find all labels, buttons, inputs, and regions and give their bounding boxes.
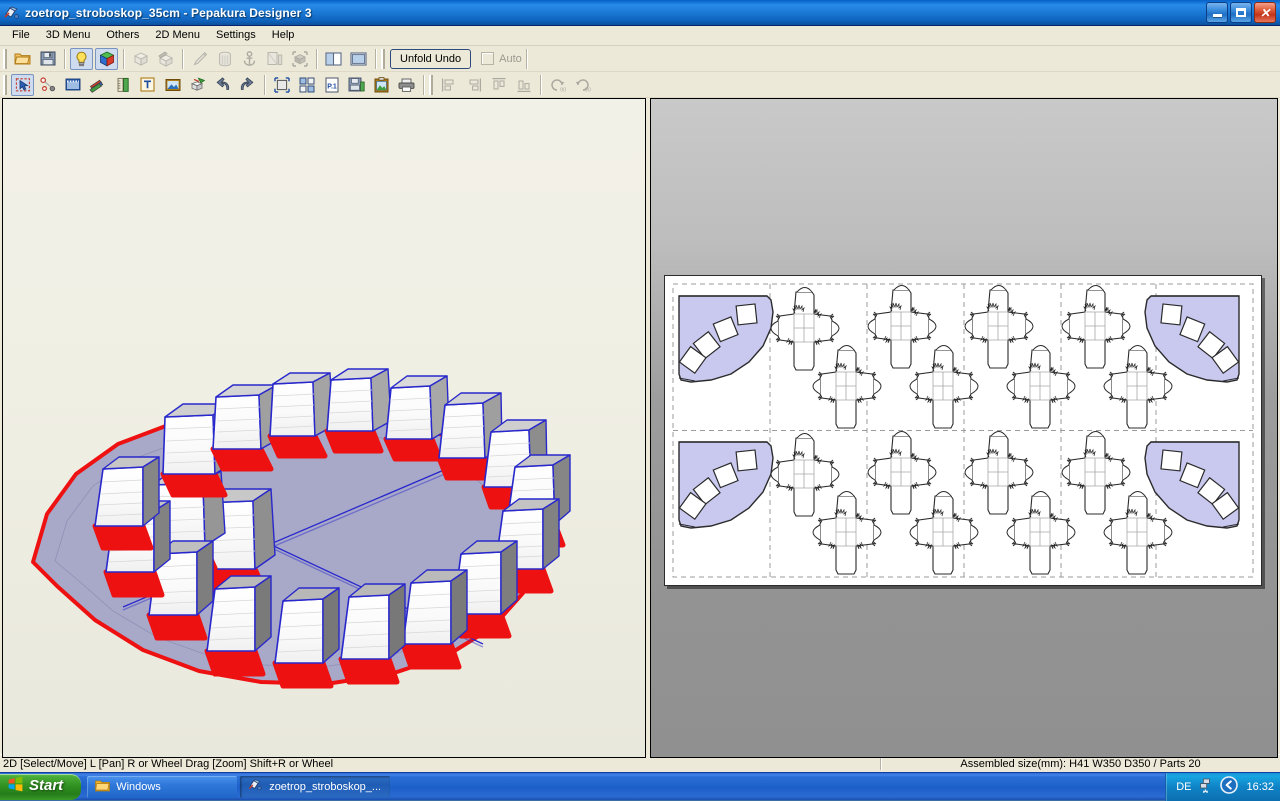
task-button-label: Windows: [116, 780, 161, 793]
work-area: [0, 98, 1280, 760]
toolbar-separator: [525, 48, 527, 69]
svg-text:P.1: P.1: [327, 83, 337, 90]
align-right-button[interactable]: [462, 74, 485, 96]
rotate-left-90-button[interactable]: 90: [546, 74, 569, 96]
align-left-button[interactable]: [437, 74, 460, 96]
task-button-windows[interactable]: Windows: [87, 775, 238, 798]
save-file-button[interactable]: [36, 48, 59, 70]
menu-help[interactable]: Help: [264, 27, 303, 44]
toolbar-primary: Unfold Undo Auto: [0, 46, 1280, 72]
align-bottom-button[interactable]: [512, 74, 535, 96]
show-hidden-icons-icon[interactable]: [1220, 776, 1239, 797]
pepakura-designer-window: zoetrop_stroboskop_35cm - Pepakura Desig…: [0, 0, 1280, 772]
lighting-toggle-button[interactable]: [70, 47, 93, 70]
copy-clipboard-button[interactable]: [370, 74, 393, 96]
edit-flap-tool-button[interactable]: [61, 74, 84, 96]
toolbar-grip[interactable]: [3, 48, 7, 69]
toolbar-grip[interactable]: [429, 74, 433, 95]
toolbar-secondary: P.1 90 90: [0, 72, 1280, 98]
3d-model-view[interactable]: [2, 98, 646, 758]
toolbar-separator: [64, 48, 65, 69]
open-file-button[interactable]: [11, 48, 34, 70]
menu-others[interactable]: Others: [98, 27, 147, 44]
minimize-icon[interactable]: [1206, 2, 1228, 23]
auto-checkbox-row[interactable]: Auto: [481, 52, 522, 65]
toolbar-separator: [375, 48, 376, 69]
anchor-tool-button[interactable]: [238, 48, 261, 70]
maximize-icon[interactable]: [1230, 2, 1252, 23]
folder-icon: [95, 779, 111, 795]
unfold-undo-button[interactable]: Unfold Undo: [390, 48, 472, 69]
split-view-h-button[interactable]: [322, 48, 345, 70]
select-mesh-button[interactable]: [288, 48, 311, 70]
svg-text:90: 90: [560, 87, 566, 92]
pepakura-app-icon: [4, 5, 20, 21]
unfold-page-sheet[interactable]: [664, 275, 1262, 586]
join-divide-face-button[interactable]: [36, 74, 59, 96]
menu-3d[interactable]: 3D Menu: [38, 27, 99, 44]
toolbar-grip[interactable]: [381, 48, 385, 69]
svg-text:90: 90: [585, 87, 591, 92]
task-button-label: zoetrop_stroboskop_...: [269, 780, 382, 793]
add-image-button[interactable]: [161, 74, 184, 96]
undo-button[interactable]: [211, 74, 234, 96]
split-view-v-button[interactable]: [347, 48, 370, 70]
unfold-tool-button[interactable]: [186, 74, 209, 96]
export-image-button[interactable]: [345, 74, 368, 96]
status-hint-text: 2D [Select/Move] L [Pan] R or Wheel Drag…: [3, 757, 334, 770]
measure-tool-button[interactable]: [111, 74, 134, 96]
edge-paint-button[interactable]: [154, 48, 177, 70]
texture-panel-button[interactable]: [263, 48, 286, 70]
page-layout-button[interactable]: [270, 74, 293, 96]
menu-2d[interactable]: 2D Menu: [147, 27, 208, 44]
network-icon[interactable]: [1199, 778, 1212, 796]
window-controls: ✕: [1206, 2, 1278, 23]
taskbar: Start Windows zoetrop_stroboskop_... DE: [0, 772, 1280, 801]
page-settings-button[interactable]: P.1: [320, 74, 343, 96]
pepakura-app-icon: [248, 778, 263, 795]
assembled-size-text: Assembled size(mm): H41 W350 D350 / Part…: [880, 757, 1280, 770]
menu-file[interactable]: File: [4, 27, 38, 44]
toolbar-separator: [316, 48, 317, 69]
align-top-button[interactable]: [487, 74, 510, 96]
menubar: File 3D Menu Others 2D Menu Settings Hel…: [0, 26, 1280, 46]
auto-checkbox[interactable]: [481, 52, 495, 65]
print-button[interactable]: [395, 74, 418, 96]
paint-lines-button[interactable]: [86, 74, 109, 96]
rotate-right-90-button[interactable]: 90: [571, 74, 594, 96]
cylinder-tool-button[interactable]: [213, 48, 236, 70]
auto-checkbox-label: Auto: [499, 52, 522, 65]
add-text-button[interactable]: [136, 74, 159, 96]
2d-unfold-view[interactable]: [650, 98, 1278, 758]
flat-shading-button[interactable]: [129, 48, 152, 70]
menu-settings[interactable]: Settings: [208, 27, 264, 44]
toolbar-separator: [540, 74, 541, 95]
titlebar[interactable]: zoetrop_stroboskop_35cm - Pepakura Desig…: [0, 0, 1280, 26]
toolbar-separator: [123, 48, 124, 69]
texture-toggle-button[interactable]: [95, 47, 118, 70]
clock[interactable]: 16:32: [1246, 781, 1274, 793]
system-tray: DE 16:32: [1165, 772, 1280, 801]
select-move-tool-button[interactable]: [11, 73, 34, 96]
start-button-label: Start: [29, 777, 64, 794]
toolbar-grip[interactable]: [3, 74, 7, 95]
language-indicator[interactable]: DE: [1176, 781, 1191, 793]
task-button-pepakura[interactable]: zoetrop_stroboskop_...: [240, 775, 391, 798]
windows-flag-icon: [7, 776, 24, 795]
arrange-parts-button[interactable]: [295, 74, 318, 96]
toolbar-separator: [423, 74, 424, 95]
edit-flaps-button[interactable]: [188, 48, 211, 70]
close-icon[interactable]: ✕: [1254, 2, 1276, 23]
redo-button[interactable]: [236, 74, 259, 96]
window-title: zoetrop_stroboskop_35cm - Pepakura Desig…: [25, 5, 312, 20]
toolbar-separator: [182, 48, 183, 69]
start-button[interactable]: Start: [0, 773, 82, 800]
toolbar-separator: [264, 74, 265, 95]
